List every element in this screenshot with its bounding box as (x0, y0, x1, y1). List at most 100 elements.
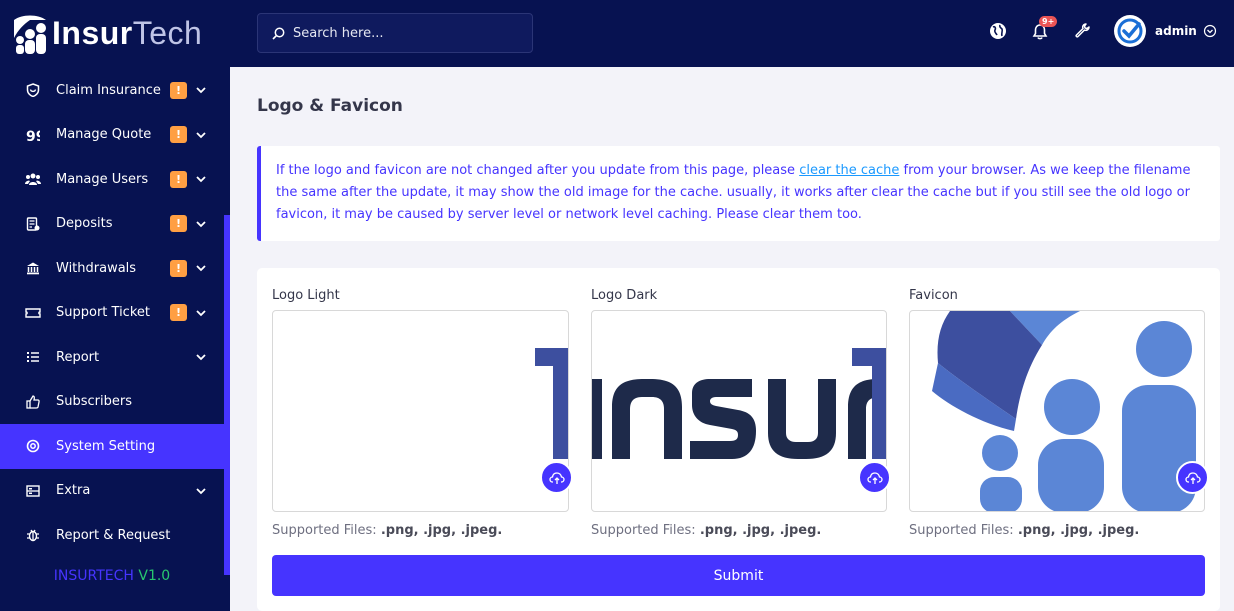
logo-dark-image (592, 348, 886, 459)
sidebar-item-report[interactable]: Report (0, 335, 224, 380)
favicon-image (932, 311, 1196, 511)
notification-count-badge: 9+ (1039, 16, 1058, 27)
cloud-upload-icon (1184, 471, 1201, 484)
chevron-down-icon (196, 265, 206, 272)
chevron-down-circle-icon[interactable] (1203, 24, 1217, 38)
cache-info-alert: If the logo and favicon are not changed … (257, 146, 1220, 241)
language-button[interactable] (987, 20, 1009, 42)
sidebar-item-system-setting[interactable]: System Setting (0, 424, 224, 469)
settings-wrench-button[interactable] (1071, 20, 1093, 42)
sidebar-scrollbar[interactable] (224, 215, 230, 575)
logo-light-upload: Logo Light Supported Files: .png, .jpg, … (272, 288, 573, 538)
brand-logo[interactable]: InsurTech (0, 0, 230, 67)
logo-light-image (535, 348, 568, 459)
sidebar-item-label: Report & Request (56, 527, 171, 543)
supported-prefix: Supported Files: (591, 523, 696, 538)
supported-types: .png, .jpg, .jpeg. (699, 523, 822, 538)
alert-text: If the logo and favicon are not changed … (276, 163, 800, 178)
favicon-upload: Favicon Supported Files: .png, .jpg, .jp… (909, 288, 1209, 538)
supported-types: .png, .jpg, .jpeg. (1017, 523, 1140, 538)
chevron-down-icon (196, 488, 206, 495)
logo-dark-upload-button[interactable] (858, 461, 891, 494)
search-box[interactable] (257, 13, 533, 53)
warning-badge: ! (170, 126, 187, 144)
sidebar-item-support-ticket[interactable]: Support Ticket ! (0, 291, 224, 336)
notification-button[interactable]: 9+ (1029, 16, 1058, 42)
svg-text:99: 99 (26, 129, 40, 142)
favicon-preview (909, 310, 1205, 512)
settings-icon (25, 438, 41, 454)
supported-files-note: Supported Files: .png, .jpg, .jpeg. (909, 523, 1205, 538)
logo-favicon-form-card: Logo Light Supported Files: .png, .jpg, … (257, 268, 1220, 611)
sidebar-item-report-request[interactable]: Report & Request (0, 513, 224, 558)
warning-badge: ! (170, 304, 187, 322)
brand-name-part2: Tech (132, 15, 203, 51)
supported-prefix: Supported Files: (272, 523, 377, 538)
clear-cache-link[interactable]: clear the cache (799, 163, 899, 178)
thumbs-up-icon (25, 394, 41, 410)
user-name[interactable]: admin (1155, 24, 1197, 38)
upload-label: Logo Dark (591, 288, 658, 303)
bug-icon (25, 527, 41, 543)
globe-icon (990, 23, 1006, 39)
logo-light-upload-button[interactable] (540, 461, 573, 494)
sidebar-item-label: Manage Users (56, 171, 149, 187)
sidebar-item-label: Withdrawals (56, 260, 137, 276)
sidebar-item-claim-insurance[interactable]: Claim Insurance ! (0, 68, 224, 113)
sidebar-menu: Claim Insurance ! 99 Manage Quote ! Mana… (0, 68, 224, 558)
sidebar-item-manage-users[interactable]: Manage Users ! (0, 157, 224, 202)
cloud-upload-icon (548, 471, 565, 484)
wrench-icon (1074, 22, 1090, 38)
sidebar-item-label: Claim Insurance (56, 82, 161, 98)
warning-badge: ! (170, 259, 187, 277)
chevron-down-icon (196, 354, 206, 361)
page-title: Logo & Favicon (257, 96, 403, 116)
sidebar-item-label: Deposits (56, 216, 113, 232)
shield-icon (25, 82, 41, 98)
warning-badge: ! (170, 81, 187, 99)
chevron-down-icon (196, 221, 206, 228)
users-icon (25, 171, 41, 187)
upload-label: Favicon (909, 288, 958, 303)
supported-files-note: Supported Files: .png, .jpg, .jpeg. (272, 523, 569, 538)
chevron-down-icon (196, 176, 206, 183)
topbar: 9+ admin (230, 0, 1234, 67)
ticket-icon (25, 305, 41, 321)
supported-prefix: Supported Files: (909, 523, 1014, 538)
sidebar-item-withdrawals[interactable]: Withdrawals ! (0, 246, 224, 291)
logo-light-preview (272, 310, 569, 512)
sidebar-item-manage-quote[interactable]: 99 Manage Quote ! (0, 113, 224, 158)
list-icon (25, 349, 41, 365)
sidebar-item-label: Support Ticket (56, 305, 150, 321)
search-input[interactable] (293, 25, 513, 41)
sidebar-item-label: Extra (56, 483, 91, 499)
avatar[interactable] (1114, 15, 1146, 47)
server-icon (25, 483, 41, 499)
version-number: V1.0 (138, 568, 171, 584)
cloud-upload-icon (866, 471, 883, 484)
sidebar-item-deposits[interactable]: Deposits ! (0, 202, 224, 247)
logo-dark-upload: Logo Dark Supported Files: .png, .jpg, .… (591, 288, 891, 538)
warning-badge: ! (170, 215, 187, 233)
user-avatar-icon (1117, 18, 1143, 44)
sidebar: InsurTech Claim Insurance ! 99 Manage Qu… (0, 0, 230, 611)
submit-button[interactable]: Submit (272, 555, 1205, 596)
app-version: INSURTECH V1.0 (0, 568, 224, 584)
chevron-down-icon (196, 132, 206, 139)
brand-name: InsurTech (52, 15, 202, 52)
supported-types: .png, .jpg, .jpeg. (380, 523, 503, 538)
sidebar-item-label: Manage Quote (56, 127, 152, 143)
sidebar-item-subscribers[interactable]: Subscribers (0, 380, 224, 425)
deposit-icon (25, 216, 41, 232)
chevron-down-icon (196, 87, 206, 94)
brand-icon (14, 15, 46, 54)
chevron-down-icon (196, 310, 206, 317)
bank-icon (25, 260, 41, 276)
supported-files-note: Supported Files: .png, .jpg, .jpeg. (591, 523, 887, 538)
sidebar-item-label: System Setting (56, 438, 156, 454)
sidebar-item-extra[interactable]: Extra (0, 469, 224, 514)
upload-label: Logo Light (272, 288, 340, 303)
favicon-upload-button[interactable] (1176, 461, 1209, 494)
logo-dark-preview (591, 310, 887, 512)
version-name: INSURTECH (53, 568, 134, 584)
